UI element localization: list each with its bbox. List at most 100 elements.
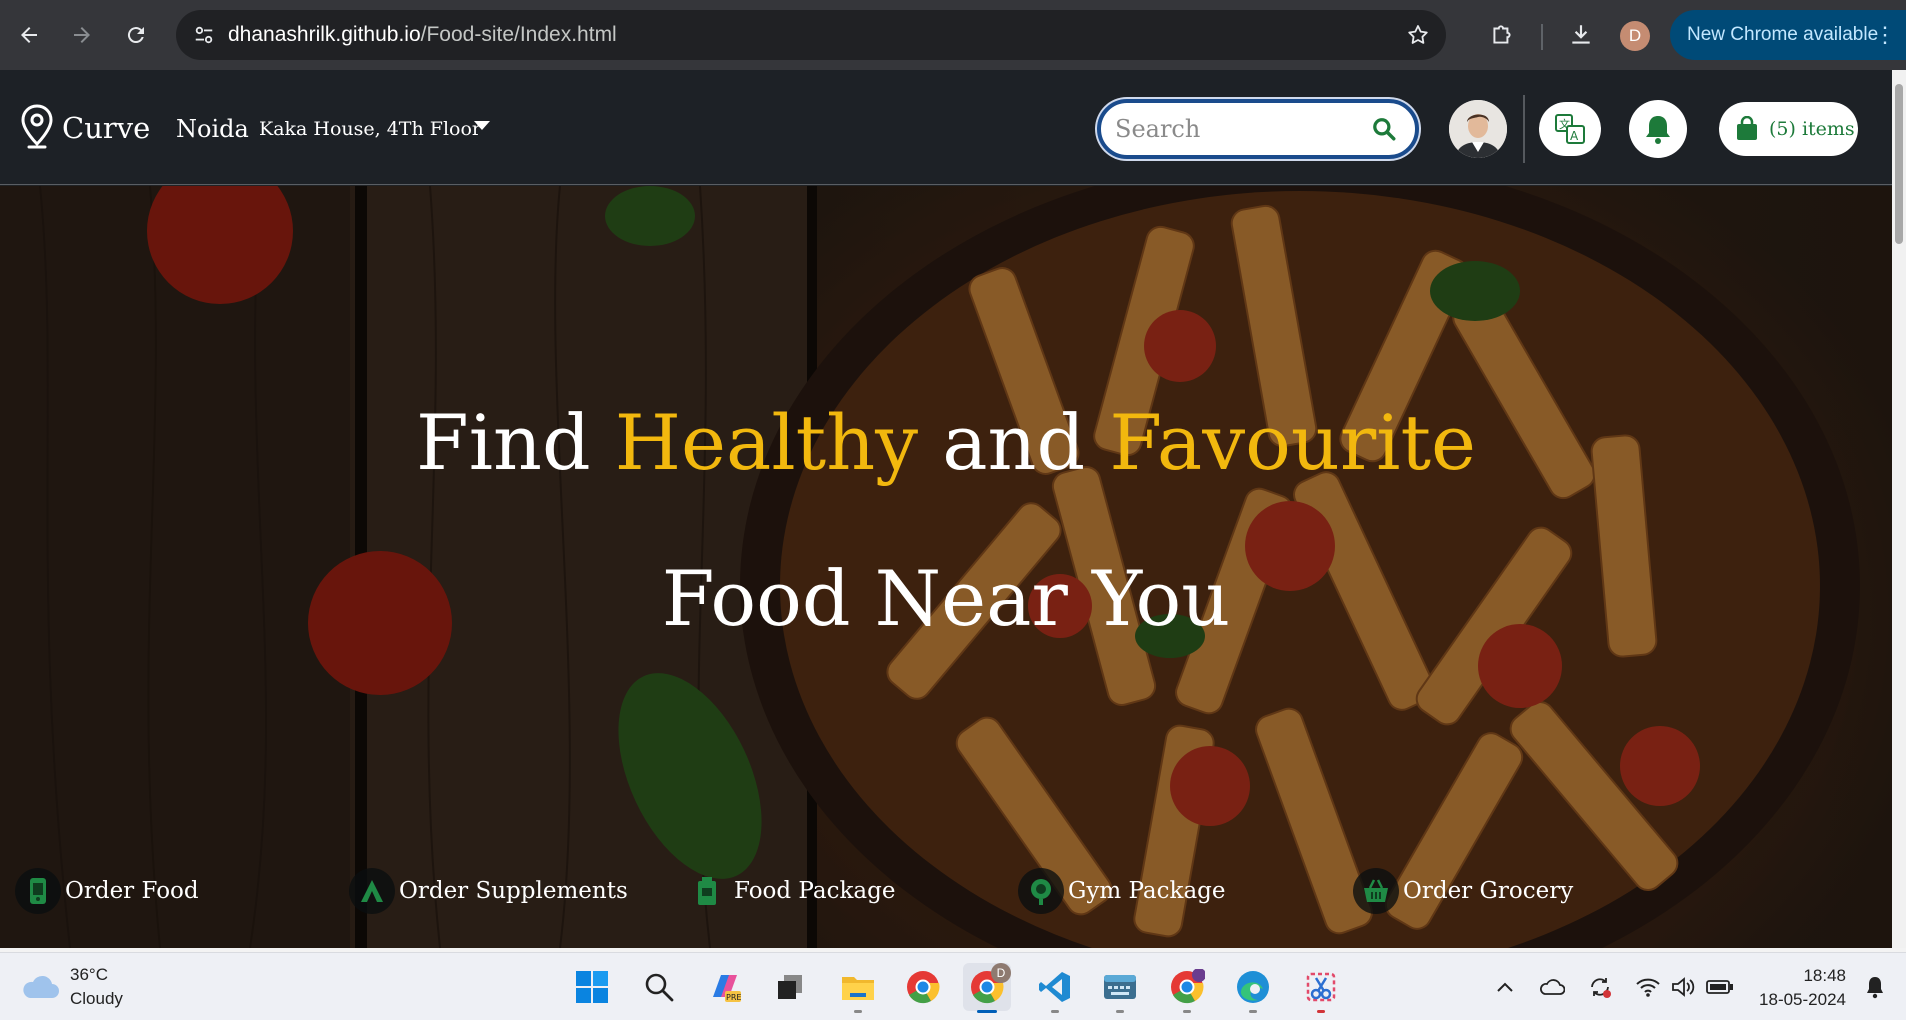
service-order-supplements[interactable]: Order Supplements bbox=[349, 866, 628, 916]
hero-banner: Find Healthy and Favourite Food Near You… bbox=[0, 186, 1892, 948]
page-scrollbar[interactable] bbox=[1892, 70, 1906, 948]
running-indicator bbox=[1116, 1010, 1124, 1013]
running-indicator bbox=[977, 1010, 997, 1013]
hero-highlight-favourite: Favourite bbox=[1109, 398, 1476, 487]
svg-text:PRE: PRE bbox=[726, 993, 741, 1002]
forward-arrow-icon bbox=[74, 27, 90, 43]
phone-order-icon bbox=[15, 868, 61, 914]
running-indicator bbox=[854, 1010, 862, 1013]
search-box[interactable] bbox=[1097, 99, 1419, 159]
service-order-grocery[interactable]: Order Grocery bbox=[1353, 866, 1573, 916]
hero-text: Find bbox=[415, 398, 615, 487]
snipping-tool-app[interactable] bbox=[1297, 963, 1345, 1013]
weather-condition: Cloudy bbox=[70, 989, 123, 1008]
folder-icon bbox=[842, 977, 874, 1000]
vscode-app[interactable] bbox=[1031, 963, 1079, 1013]
notifications-button[interactable] bbox=[1629, 100, 1687, 158]
copilot-app[interactable]: PRE bbox=[701, 963, 749, 1011]
running-indicator bbox=[1317, 1010, 1325, 1013]
reload-icon bbox=[127, 27, 144, 44]
service-food-package[interactable]: Food Package bbox=[684, 866, 895, 916]
bell-icon bbox=[1646, 116, 1670, 144]
location-city[interactable]: Noida bbox=[176, 115, 249, 143]
hero-text: and bbox=[918, 398, 1110, 487]
header-divider bbox=[1523, 95, 1525, 163]
show-hidden-icons-chevron-icon[interactable] bbox=[1491, 973, 1519, 1001]
back-arrow-icon bbox=[21, 27, 37, 43]
back-button[interactable] bbox=[9, 15, 49, 55]
cart-button[interactable]: (5) items bbox=[1719, 102, 1858, 156]
scrollbar-thumb[interactable] bbox=[1895, 84, 1903, 244]
chrome-app[interactable] bbox=[899, 963, 947, 1011]
task-view-icon bbox=[778, 975, 802, 999]
chrome-menu-icon[interactable]: ⋮ bbox=[1874, 22, 1896, 48]
new-chrome-available-button[interactable]: New Chrome available ⋮ bbox=[1670, 10, 1906, 60]
notification-bell-icon[interactable] bbox=[1861, 973, 1889, 1001]
forward-button[interactable] bbox=[62, 15, 102, 55]
weather-temperature: 36°C bbox=[70, 965, 108, 984]
windows-taskbar: 36°C Cloudy PRE D 18:48 18-05-2024 bbox=[0, 952, 1906, 1020]
chrome-second-profile-app[interactable] bbox=[1163, 963, 1211, 1013]
system-clock[interactable]: 18:48 18-05-2024 bbox=[1752, 964, 1846, 1012]
running-indicator bbox=[1249, 1010, 1257, 1013]
gym-package-icon bbox=[1018, 868, 1064, 914]
url-text: dhanashrilk.github.io/Food-site/Index.ht… bbox=[228, 23, 617, 47]
location-pin-icon bbox=[21, 104, 53, 149]
reload-button[interactable] bbox=[116, 15, 156, 55]
file-explorer-app[interactable] bbox=[834, 963, 882, 1013]
chrome-icon bbox=[1171, 969, 1205, 1004]
clock-date: 18-05-2024 bbox=[1759, 990, 1846, 1009]
sync-icon[interactable] bbox=[1586, 973, 1614, 1001]
svg-text:A: A bbox=[1570, 129, 1579, 143]
grocery-basket-icon bbox=[1353, 868, 1399, 914]
vscode-icon bbox=[1039, 972, 1070, 1002]
translate-button[interactable]: 文 A bbox=[1539, 102, 1601, 156]
cart-count-label: (5) items bbox=[1769, 118, 1855, 140]
hero-highlight-healthy: Healthy bbox=[614, 398, 919, 487]
cloud-icon bbox=[23, 975, 60, 998]
chrome-profile-badge: D bbox=[991, 963, 1011, 983]
start-button[interactable] bbox=[568, 963, 616, 1011]
logo[interactable]: Curve bbox=[20, 103, 150, 153]
search-icon[interactable] bbox=[1371, 116, 1397, 142]
edge-app[interactable] bbox=[1229, 963, 1277, 1013]
task-view-app[interactable] bbox=[766, 963, 814, 1011]
user-avatar[interactable] bbox=[1449, 100, 1507, 158]
volume-icon[interactable] bbox=[1669, 973, 1697, 1001]
terminal-app[interactable] bbox=[1096, 963, 1144, 1013]
chrome-profile-app[interactable]: D bbox=[963, 963, 1011, 1013]
location-dropdown-caret-icon[interactable] bbox=[474, 121, 490, 130]
toolbar-separator bbox=[1541, 24, 1543, 50]
running-indicator bbox=[1051, 1010, 1059, 1013]
hero-title-line-1: Find Healthy and Favourite bbox=[0, 398, 1892, 487]
service-label: Gym Package bbox=[1068, 878, 1226, 904]
bookmark-star-icon[interactable] bbox=[1400, 17, 1436, 53]
browser-toolbar: dhanashrilk.github.io/Food-site/Index.ht… bbox=[0, 0, 1906, 70]
taskbar-search-button[interactable] bbox=[635, 963, 683, 1011]
hero-title-line-2: Food Near You bbox=[661, 554, 1231, 643]
downloads-icon[interactable] bbox=[1561, 15, 1601, 55]
location-address[interactable]: Kaka House, 4Th Floor bbox=[259, 118, 481, 140]
profile-avatar-button[interactable]: D bbox=[1620, 21, 1650, 51]
clock-time: 18:48 bbox=[1803, 966, 1846, 985]
extensions-icon[interactable] bbox=[1482, 15, 1522, 55]
weather-widget[interactable]: 36°C Cloudy bbox=[20, 963, 123, 1011]
site-info-icon[interactable] bbox=[182, 13, 226, 57]
search-input[interactable] bbox=[1115, 115, 1355, 143]
wifi-icon[interactable] bbox=[1634, 973, 1662, 1001]
keyboard-app-icon bbox=[1104, 975, 1136, 999]
service-gym-package[interactable]: Gym Package bbox=[1018, 866, 1226, 916]
windows-logo-icon bbox=[576, 971, 608, 1003]
battery-icon[interactable] bbox=[1706, 973, 1734, 1001]
service-label: Order Grocery bbox=[1403, 878, 1574, 904]
service-label: Order Food bbox=[65, 878, 199, 904]
chrome-icon bbox=[907, 971, 940, 1004]
site-header: Curve Noida Kaka House, 4Th Floor 文 bbox=[0, 70, 1892, 185]
search-icon bbox=[645, 973, 674, 1002]
onedrive-icon[interactable] bbox=[1538, 973, 1566, 1001]
address-bar[interactable]: dhanashrilk.github.io/Food-site/Index.ht… bbox=[176, 10, 1446, 60]
translate-icon: 文 A bbox=[1555, 114, 1585, 144]
new-chrome-label: New Chrome available bbox=[1687, 24, 1879, 45]
service-order-food[interactable]: Order Food bbox=[15, 866, 199, 916]
url-host: dhanashrilk.github.io bbox=[228, 23, 421, 46]
